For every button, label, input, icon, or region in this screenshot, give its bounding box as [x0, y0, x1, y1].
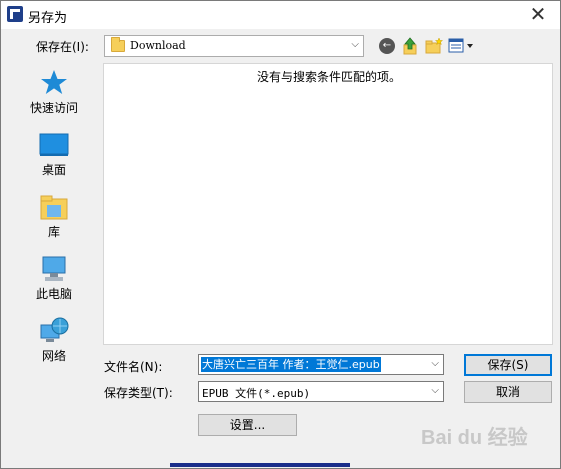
chevron-down-icon: ⌵: [351, 39, 359, 50]
library-icon: [38, 191, 70, 223]
save-in-value: Download: [130, 39, 186, 52]
chevron-down-icon: ⌵: [431, 358, 439, 369]
background-strip: [170, 463, 350, 467]
app-icon: [7, 6, 23, 22]
view-menu-icon[interactable]: [448, 38, 476, 54]
filetype-select[interactable]: EPUB 文件(*.epub) ⌵: [198, 381, 444, 402]
folder-icon: [111, 37, 125, 52]
window-title: 另存为: [28, 11, 68, 26]
empty-message: 没有与搜索条件匹配的项。: [256, 70, 401, 84]
filetype-label: 保存类型(T):: [104, 386, 173, 400]
desktop-icon: [38, 129, 70, 161]
place-desktop[interactable]: 桌面: [11, 125, 97, 185]
star-icon: [38, 67, 70, 99]
place-label: 网络: [41, 349, 66, 363]
up-folder-icon[interactable]: [402, 37, 418, 55]
save-in-dropdown[interactable]: Download ⌵: [104, 35, 364, 57]
save-button[interactable]: 保存(S): [464, 354, 552, 376]
close-button[interactable]: ✕: [524, 3, 552, 25]
title-bar: 另存为 ✕: [1, 1, 560, 29]
file-list[interactable]: 没有与搜索条件匹配的项。: [103, 63, 553, 345]
place-label: 快速访问: [29, 101, 78, 115]
filetype-value: EPUB 文件(*.epub): [202, 387, 311, 400]
save-in-label: 保存在(I):: [36, 40, 89, 54]
place-network[interactable]: 网络: [11, 311, 97, 371]
computer-icon: [38, 253, 70, 285]
settings-button[interactable]: 设置...: [198, 414, 297, 436]
place-label: 桌面: [41, 163, 66, 177]
save-as-dialog: 另存为 ✕ 保存在(I): Download ⌵ ← 快速访问 桌面 库 此电脑…: [0, 0, 561, 469]
place-label: 此电脑: [35, 287, 72, 301]
chevron-down-icon: ⌵: [431, 385, 439, 396]
filename-value: 大唐兴亡三百年 作者：王觉仁.epub: [201, 357, 381, 372]
new-folder-icon[interactable]: [425, 37, 444, 55]
filename-field[interactable]: 大唐兴亡三百年 作者：王觉仁.epub ⌵: [198, 354, 444, 375]
place-library[interactable]: 库: [11, 187, 97, 247]
filename-label: 文件名(N):: [104, 360, 163, 374]
baidu-watermark: Bai du 经验: [421, 427, 528, 449]
place-label: 库: [47, 225, 60, 239]
cancel-button[interactable]: 取消: [464, 381, 552, 403]
place-quick-access[interactable]: 快速访问: [11, 63, 97, 123]
place-this-pc[interactable]: 此电脑: [11, 249, 97, 309]
back-arrow-icon[interactable]: ←: [379, 38, 395, 54]
network-icon: [38, 315, 70, 347]
places-bar: 快速访问 桌面 库 此电脑 网络: [11, 63, 97, 373]
